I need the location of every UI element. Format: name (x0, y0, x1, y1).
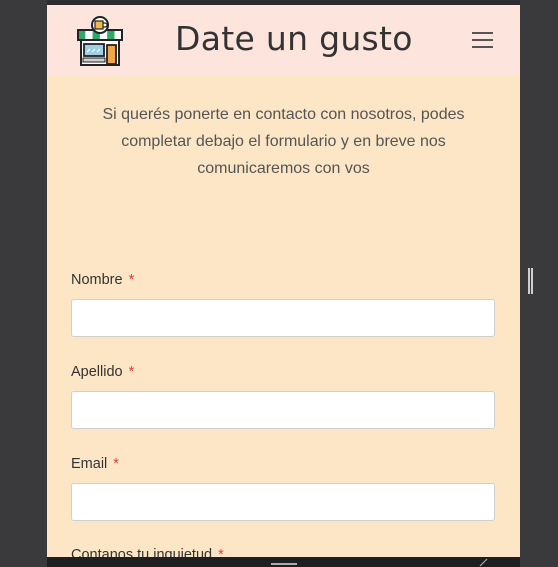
apellido-input[interactable] (71, 391, 495, 429)
window-bottom-bar (47, 557, 520, 567)
site-header: Date un gusto (47, 5, 520, 76)
nombre-label: Nombre * (71, 272, 135, 288)
intro-text: Si querés ponerte en contacto con nosotr… (102, 106, 465, 177)
nombre-input[interactable] (71, 299, 495, 337)
email-label: Email * (71, 456, 119, 472)
resize-corner-icon[interactable] (479, 558, 488, 567)
drag-handle[interactable] (271, 563, 297, 565)
hamburger-menu-icon[interactable] (472, 32, 493, 49)
email-input[interactable] (71, 483, 495, 521)
page: Date un gusto Si querés ponerte en conta… (47, 5, 520, 557)
resize-handle[interactable] (528, 268, 533, 294)
coffee-shop-icon[interactable] (75, 15, 125, 67)
site-title[interactable]: Date un gusto (175, 19, 413, 58)
apellido-label: Apellido * (71, 364, 135, 380)
inquietud-label: Contanos tu inquietud * (71, 547, 224, 557)
